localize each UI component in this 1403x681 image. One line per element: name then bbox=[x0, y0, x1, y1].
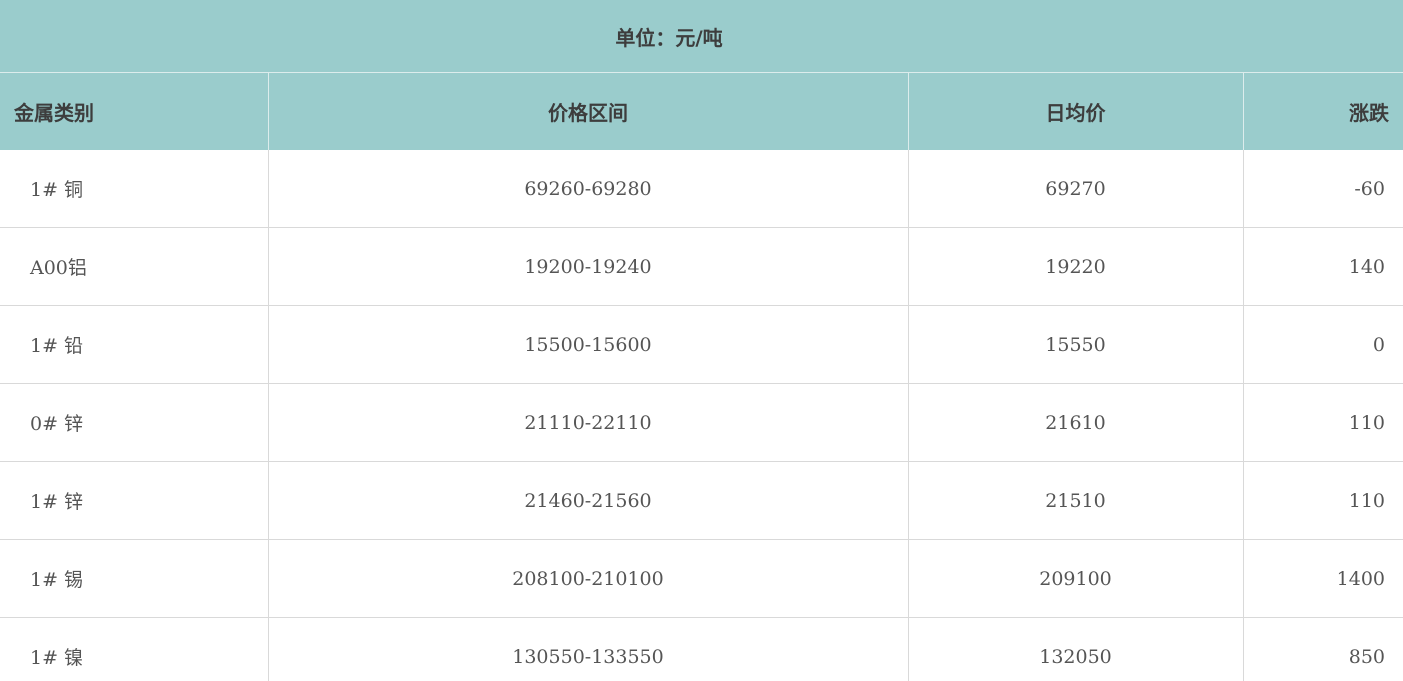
cell-range: 21110-22110 bbox=[268, 383, 909, 462]
table-row: 1# 铜 69260-69280 69270 -60 bbox=[0, 150, 1403, 228]
cell-range: 21460-21560 bbox=[268, 461, 909, 540]
unit-cell: 单位：元/吨 bbox=[0, 0, 1403, 73]
header-change: 涨跌 bbox=[1243, 72, 1403, 150]
cell-range: 208100-210100 bbox=[268, 539, 909, 618]
table-row: 1# 镍 130550-133550 132050 850 bbox=[0, 617, 1403, 681]
table-row: A00铝 19200-19240 19220 140 bbox=[0, 227, 1403, 306]
cell-change: 110 bbox=[1243, 461, 1403, 540]
unit-row: 单位：元/吨 bbox=[0, 0, 1403, 73]
cell-metal: 1# 锌 bbox=[0, 461, 269, 540]
cell-avg: 15550 bbox=[908, 305, 1244, 384]
table-row: 0# 锌 21110-22110 21610 110 bbox=[0, 383, 1403, 462]
cell-metal: 1# 镍 bbox=[0, 617, 269, 681]
cell-avg: 69270 bbox=[908, 150, 1244, 228]
cell-metal: 1# 锡 bbox=[0, 539, 269, 618]
cell-range: 130550-133550 bbox=[268, 617, 909, 681]
cell-range: 69260-69280 bbox=[268, 150, 909, 228]
cell-change: 0 bbox=[1243, 305, 1403, 384]
metal-price-table: 单位：元/吨 金属类别 价格区间 日均价 涨跌 1# 铜 69260-69280… bbox=[0, 0, 1403, 681]
header-row: 金属类别 价格区间 日均价 涨跌 bbox=[0, 72, 1403, 150]
table-row: 1# 锌 21460-21560 21510 110 bbox=[0, 461, 1403, 540]
header-range: 价格区间 bbox=[268, 72, 909, 150]
cell-avg: 209100 bbox=[908, 539, 1244, 618]
cell-metal: 1# 铜 bbox=[0, 150, 269, 228]
unit-label: 单位：元/吨 bbox=[615, 25, 723, 50]
cell-range: 15500-15600 bbox=[268, 305, 909, 384]
cell-range: 19200-19240 bbox=[268, 227, 909, 306]
cell-avg: 132050 bbox=[908, 617, 1244, 681]
cell-avg: 21510 bbox=[908, 461, 1244, 540]
cell-change: 110 bbox=[1243, 383, 1403, 462]
price-table-container: 单位：元/吨 金属类别 价格区间 日均价 涨跌 1# 铜 69260-69280… bbox=[0, 0, 1403, 681]
cell-change: 140 bbox=[1243, 227, 1403, 306]
cell-avg: 21610 bbox=[908, 383, 1244, 462]
header-metal: 金属类别 bbox=[0, 72, 269, 150]
cell-change: 1400 bbox=[1243, 539, 1403, 618]
cell-metal: A00铝 bbox=[0, 227, 269, 306]
table-row: 1# 锡 208100-210100 209100 1400 bbox=[0, 539, 1403, 618]
cell-metal: 1# 铅 bbox=[0, 305, 269, 384]
cell-avg: 19220 bbox=[908, 227, 1244, 306]
cell-change: 850 bbox=[1243, 617, 1403, 681]
cell-change: -60 bbox=[1243, 150, 1403, 228]
cell-metal: 0# 锌 bbox=[0, 383, 269, 462]
table-row: 1# 铅 15500-15600 15550 0 bbox=[0, 305, 1403, 384]
header-avg: 日均价 bbox=[908, 72, 1244, 150]
